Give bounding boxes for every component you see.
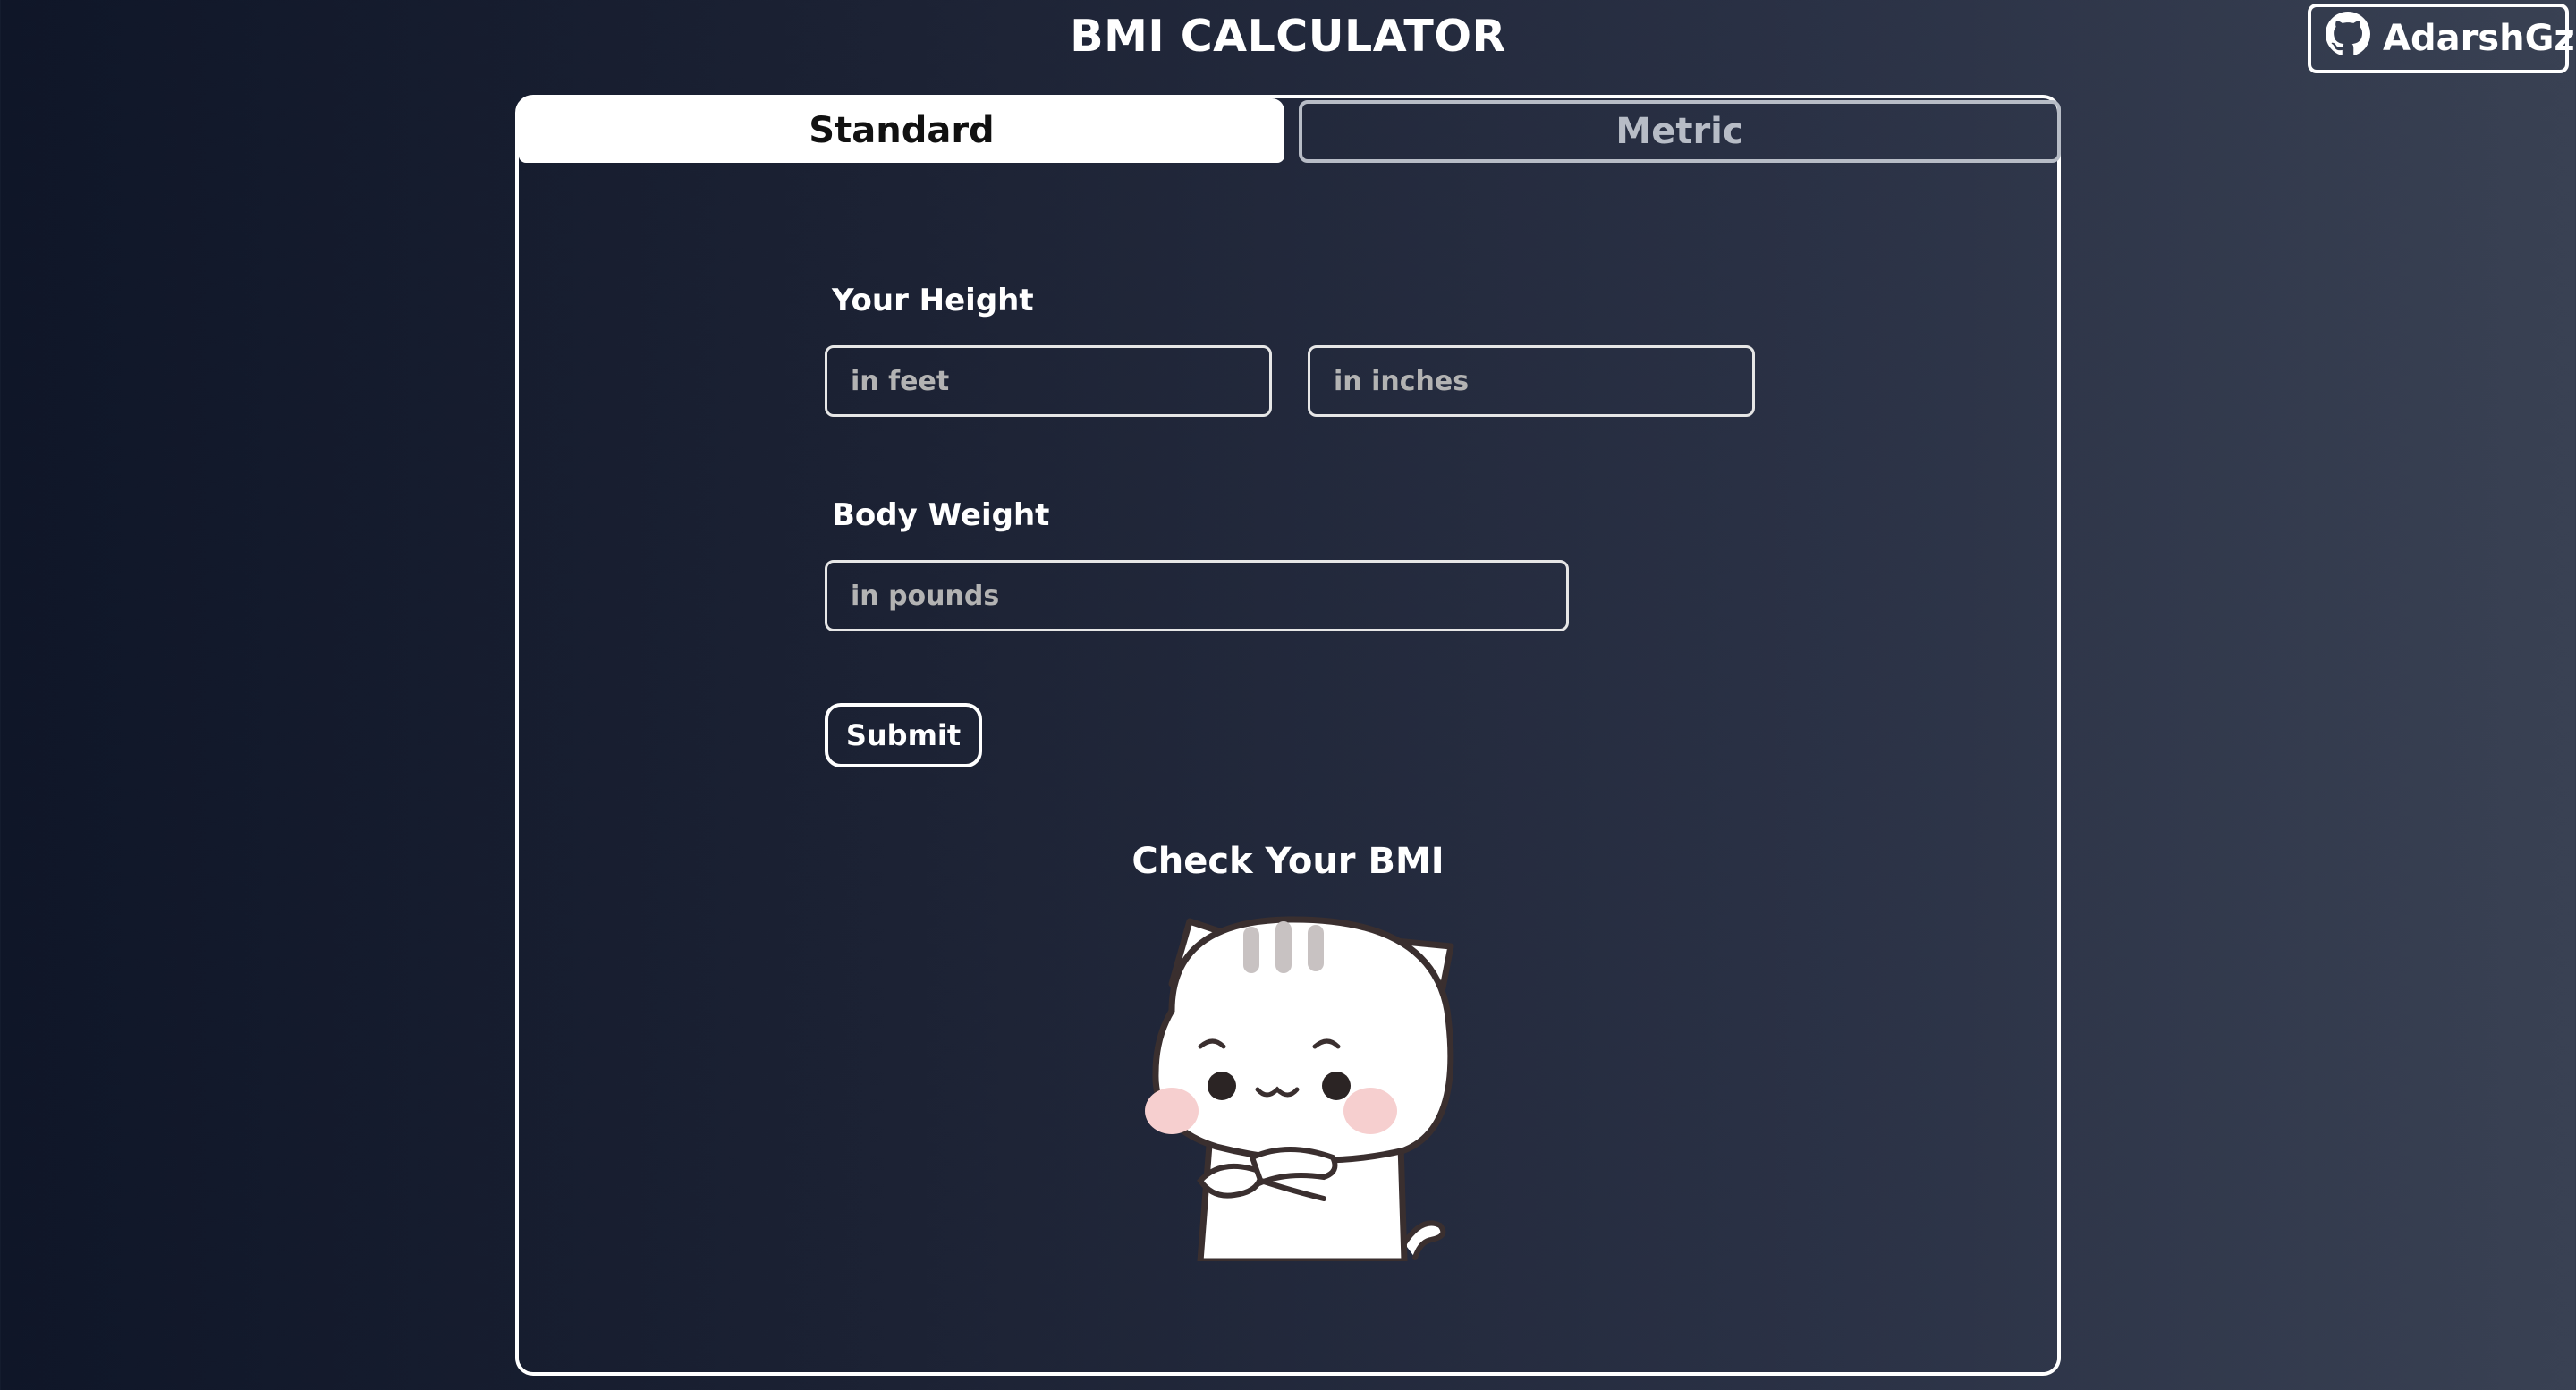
cat-sticker-image bbox=[1136, 903, 1467, 1265]
height-feet-input[interactable] bbox=[825, 345, 1272, 417]
page-title: BMI CALCULATOR bbox=[1070, 11, 1506, 62]
weight-pounds-input[interactable] bbox=[825, 560, 1569, 631]
height-inches-input[interactable] bbox=[1308, 345, 1755, 417]
height-label: Your Height bbox=[832, 283, 1034, 318]
result-title: Check Your BMI bbox=[1131, 841, 1445, 882]
weight-label: Body Weight bbox=[832, 497, 1050, 533]
tab-metric[interactable]: Metric bbox=[1299, 100, 2061, 163]
github-link-button[interactable]: AdarshGzz bbox=[2308, 4, 2576, 73]
github-icon bbox=[2326, 12, 2370, 65]
submit-button[interactable]: Submit bbox=[825, 703, 982, 767]
github-username: AdarshGzz bbox=[2383, 18, 2576, 59]
tab-standard[interactable]: Standard bbox=[519, 98, 1284, 163]
